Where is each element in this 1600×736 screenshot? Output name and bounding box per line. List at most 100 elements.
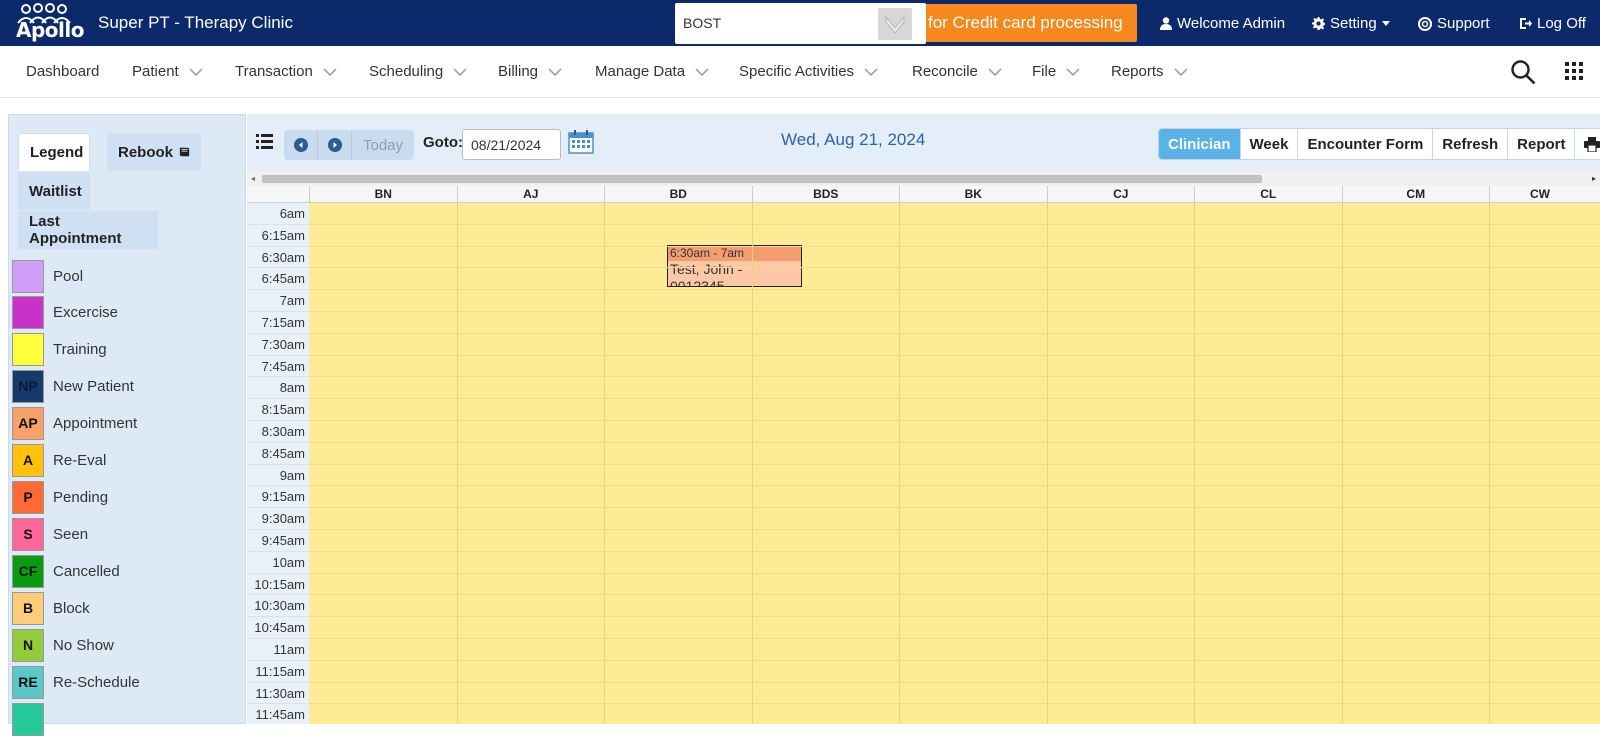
menu-scheduling[interactable]: Scheduling [369, 63, 467, 80]
menu-reports[interactable]: Reports [1111, 63, 1188, 80]
menu-reconcile[interactable]: Reconcile [912, 63, 1002, 80]
legend-item: Training [12, 332, 107, 366]
chevron-down-icon [988, 67, 1002, 76]
support-link[interactable]: Support [1418, 15, 1490, 32]
menu-reconcile-label: Reconcile [912, 63, 978, 80]
welcome-link[interactable]: Welcome Admin [1160, 15, 1285, 32]
menu-transaction[interactable]: Transaction [235, 63, 337, 80]
goto-date-input[interactable] [462, 129, 561, 160]
legend-swatch [12, 702, 44, 736]
chevron-down-icon [453, 67, 467, 76]
time-label: 7:45am [247, 355, 309, 378]
slot-divider [309, 267, 1600, 269]
menu-manage-data[interactable]: Manage Data [595, 63, 709, 80]
scrollbar-thumb[interactable] [262, 175, 1262, 183]
clinician-column-header[interactable]: CJ [1046, 186, 1195, 203]
slot-divider [309, 289, 1600, 291]
slot-divider [309, 332, 1600, 334]
menu-billing[interactable]: Billing [498, 63, 562, 80]
tab-waitlist[interactable]: Waitlist [18, 172, 90, 210]
tab-last-appointment[interactable]: Last Appointment [18, 211, 158, 249]
slot-divider [309, 311, 1600, 312]
legend-item: Excercise [12, 295, 118, 329]
clinician-column-header[interactable]: CL [1194, 186, 1342, 203]
welcome-text: Welcome Admin [1177, 15, 1286, 32]
slot-divider [309, 616, 1600, 618]
chevron-down-icon [885, 15, 905, 34]
legend-label: Cancelled [53, 562, 120, 580]
support-label: Support [1437, 15, 1490, 32]
menu-specific-activities[interactable]: Specific Activities [739, 63, 878, 80]
legend-item: AP Appointment [12, 406, 137, 440]
apps-grid-icon[interactable] [1565, 62, 1583, 80]
legend-item: N No Show [12, 628, 114, 662]
time-label: 6:15am [247, 224, 309, 247]
week-view-button[interactable]: Week [1241, 129, 1299, 159]
time-label: 11:15am [247, 660, 309, 683]
clinician-column-header[interactable]: CW [1489, 186, 1600, 203]
legend-label: New Patient [53, 377, 134, 395]
prev-day-button[interactable] [284, 130, 318, 160]
tab-rebook[interactable]: Rebook [107, 133, 201, 171]
horizontal-scrollbar[interactable]: ◂ ▸ [247, 172, 1600, 186]
time-label: 10:15am [247, 573, 309, 596]
arrow-right-circle-icon [327, 138, 342, 152]
time-label: 9:45am [247, 530, 309, 552]
slot-divider [309, 354, 1600, 356]
lifebuoy-icon [1418, 16, 1432, 31]
legend-label: Pending [53, 488, 109, 506]
menu-file[interactable]: File [1032, 63, 1080, 80]
search-submit-button[interactable] [878, 8, 912, 40]
today-button[interactable]: Today [352, 130, 414, 160]
menu-file-label: File [1032, 63, 1057, 80]
refresh-button[interactable]: Refresh [1433, 129, 1509, 159]
time-label: 10:45am [247, 617, 309, 639]
clinician-view-button[interactable]: Clinician [1159, 129, 1241, 159]
search-icon[interactable] [1510, 59, 1536, 85]
current-date-title: Wed, Aug 21, 2024 [781, 130, 926, 149]
chevron-down-icon [695, 67, 709, 76]
chevron-down-icon [864, 67, 878, 76]
appointment-block[interactable]: 6:30am - 7am Test, John - 0012345 [667, 245, 802, 287]
legend-item [12, 702, 53, 736]
print-button[interactable] [1575, 129, 1600, 159]
logoff-link[interactable]: Log Off [1519, 15, 1586, 32]
setting-menu[interactable]: Setting [1312, 15, 1390, 32]
tab-legend[interactable]: Legend [18, 133, 90, 171]
list-icon[interactable] [256, 134, 273, 149]
time-label: 7am [247, 290, 309, 312]
legend-label: Appointment [53, 414, 138, 432]
menu-dashboard[interactable]: Dashboard [26, 63, 99, 80]
clinician-column-header[interactable]: AJ [456, 186, 605, 203]
appointment-patient-id: 0012345 [670, 278, 725, 287]
credit-card-banner[interactable]: for Credit card processing [926, 4, 1137, 42]
top-header: Apollo Super PT - Therapy Clinic for Cre… [0, 0, 1600, 46]
clinician-column-header[interactable]: BD [604, 186, 752, 203]
legend-item: S Seen [12, 517, 88, 551]
menu-dashboard-label: Dashboard [26, 63, 100, 80]
time-label: 10:30am [247, 595, 309, 618]
legend-label: Seen [53, 525, 89, 543]
chevron-down-icon [1066, 67, 1080, 76]
scroll-right-icon[interactable]: ▸ [1592, 174, 1596, 183]
clinician-column-header[interactable]: BDS [751, 186, 900, 203]
calendar-icon[interactable] [568, 130, 594, 154]
clinician-column-header[interactable]: BN [309, 186, 457, 203]
encounter-form-button[interactable]: Encounter Form [1298, 129, 1434, 159]
slot-divider [309, 659, 1600, 661]
report-button[interactable]: Report [1508, 129, 1576, 159]
scroll-left-icon[interactable]: ◂ [251, 174, 255, 183]
tab-rebook-label: Rebook [118, 143, 174, 161]
menu-transaction-label: Transaction [235, 63, 313, 80]
next-day-button[interactable] [318, 130, 352, 160]
legend-label: Pool [53, 267, 84, 285]
slot-divider [309, 223, 1600, 225]
menu-billing-label: Billing [498, 63, 539, 80]
menu-patient[interactable]: Patient [132, 63, 203, 80]
patient-search-input[interactable] [683, 13, 873, 33]
time-slots-area[interactable]: 6:30am - 7am Test, John - 0012345 [309, 203, 1600, 724]
clinician-column-header[interactable]: BK [899, 186, 1047, 203]
book-icon [179, 147, 190, 157]
clinician-column-header[interactable]: CM [1341, 186, 1490, 203]
slot-divider [309, 245, 1600, 247]
